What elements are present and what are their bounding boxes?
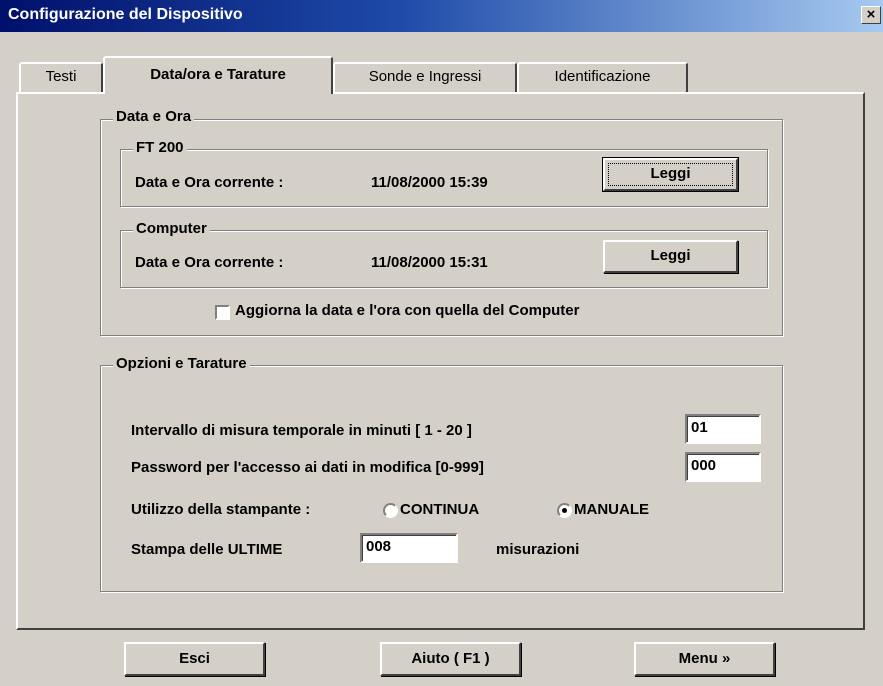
menu-button[interactable]: Menu » [634,642,775,676]
computer-group-title: Computer [133,220,210,237]
printer-label: Utilizzo della stampante : [131,501,311,518]
password-label: Password per l'accesso ai dati in modifi… [131,459,484,476]
computer-read-button[interactable]: Leggi [603,240,738,273]
device-datetime-value: 11/08/2000 15:39 [371,174,488,191]
interval-input[interactable]: 01 [685,414,761,444]
tab-testi[interactable]: Testi [19,62,103,92]
printer-continua-radio[interactable] [383,503,398,518]
window-title: Configurazione del Dispositivo [8,6,243,23]
title-bar: Configurazione del Dispositivo × [0,0,883,32]
tab-data-ora-tarature[interactable]: Data/ora e Tarature [103,56,333,94]
sync-checkbox-label[interactable]: Aggiorna la data e l'ora con quella del … [235,302,579,319]
printer-manuale-radio[interactable] [557,503,572,518]
close-icon: × [866,6,876,23]
exit-label: Esci [179,650,210,667]
sync-checkbox[interactable] [215,305,230,320]
help-label: Aiuto ( F1 ) [411,650,490,667]
tab-identificazione[interactable]: Identificazione [517,62,688,92]
printer-manuale-label[interactable]: MANUALE [574,501,649,518]
print-last-input[interactable]: 008 [360,533,458,563]
options-group-title: Opzioni e Tarature [113,355,250,372]
tab-sonde-ingressi[interactable]: Sonde e Ingressi [333,62,517,92]
print-last-label: Stampa delle ULTIME [131,541,283,558]
print-last-suffix: misurazioni [496,541,580,558]
password-input[interactable]: 000 [685,452,761,482]
device-read-button[interactable]: Leggi [603,158,738,191]
computer-read-label: Leggi [650,247,691,264]
close-button[interactable]: × [861,6,881,24]
computer-datetime-value: 11/08/2000 15:31 [371,254,488,271]
computer-datetime-label: Data e Ora corrente : [135,254,284,271]
datetime-group-title: Data e Ora [113,108,195,125]
help-button[interactable]: Aiuto ( F1 ) [380,642,521,676]
device-read-label: Leggi [650,165,691,182]
interval-label: Intervallo di misura temporale in minuti… [131,422,472,439]
radio-selected-dot [562,508,567,513]
menu-label: Menu » [678,650,731,667]
device-group-title: FT 200 [133,139,187,156]
device-datetime-label: Data e Ora corrente : [135,174,284,191]
printer-continua-label[interactable]: CONTINUA [400,501,479,518]
exit-button[interactable]: Esci [124,642,265,676]
